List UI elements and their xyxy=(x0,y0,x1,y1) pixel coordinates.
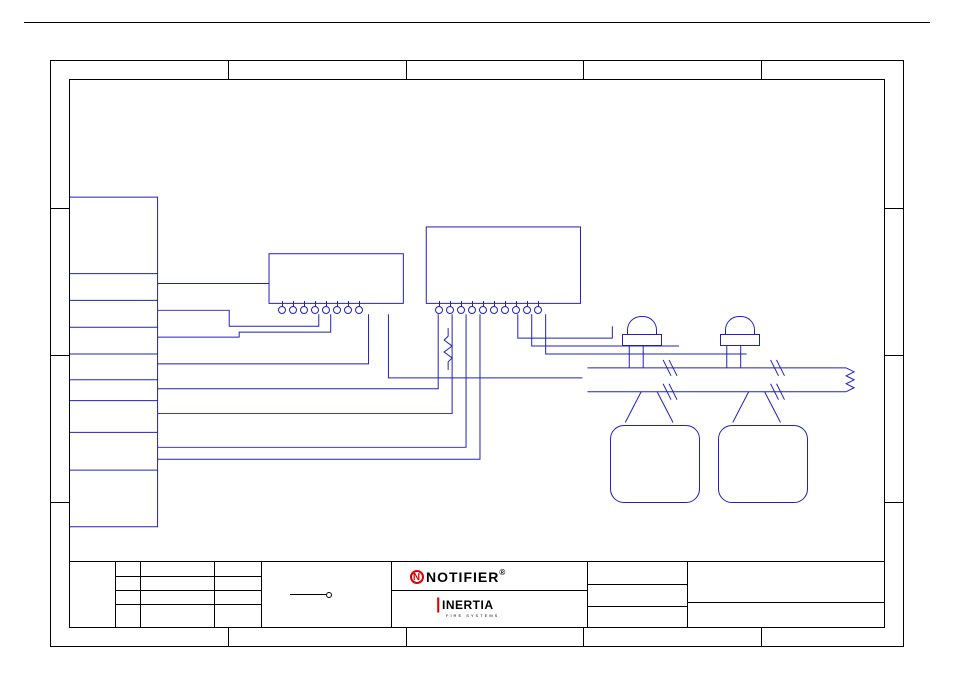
frame-tick xyxy=(51,502,69,503)
frame-tick xyxy=(406,61,407,79)
detector-device xyxy=(610,425,700,503)
terminal xyxy=(446,306,454,314)
terminal xyxy=(490,306,498,314)
frame-tick xyxy=(885,502,903,503)
page-header-rule xyxy=(24,22,930,23)
terminal xyxy=(468,306,476,314)
frame-tick xyxy=(885,355,903,356)
module-a-terminals xyxy=(278,306,363,314)
terminal xyxy=(344,306,352,314)
drawing-outer-frame: NNOTIFIER® |INERTIA FIRE SYSTEMS xyxy=(50,60,904,647)
terminal xyxy=(311,306,319,314)
terminal xyxy=(322,306,330,314)
wiring-diagram xyxy=(70,80,884,627)
notifier-mark-icon: N xyxy=(410,570,424,584)
revision-table xyxy=(116,562,262,627)
terminal xyxy=(479,306,487,314)
terminal xyxy=(278,306,286,314)
module-b-terminals xyxy=(435,306,542,314)
north-arrow-icon xyxy=(326,592,332,598)
scale-north-cell xyxy=(262,562,392,627)
frame-tick xyxy=(761,628,762,646)
notifier-logo: NNOTIFIER® xyxy=(410,568,506,586)
title-block-margin xyxy=(70,562,116,627)
terminal xyxy=(501,306,509,314)
frame-tick xyxy=(583,61,584,79)
terminal xyxy=(300,306,308,314)
drawing-info-cell xyxy=(588,562,688,627)
strobe-device xyxy=(622,316,660,348)
terminal xyxy=(523,306,531,314)
detector-device xyxy=(718,425,808,503)
frame-tick xyxy=(228,61,229,79)
strobe-device xyxy=(720,316,758,348)
terminal xyxy=(289,306,297,314)
frame-tick xyxy=(583,628,584,646)
frame-tick xyxy=(885,208,903,209)
terminal xyxy=(333,306,341,314)
frame-tick xyxy=(761,61,762,79)
drawing-inner-frame: NNOTIFIER® |INERTIA FIRE SYSTEMS xyxy=(69,79,885,628)
company-logo-cell: NNOTIFIER® |INERTIA FIRE SYSTEMS xyxy=(392,562,588,627)
frame-tick xyxy=(51,208,69,209)
terminal xyxy=(512,306,520,314)
terminal xyxy=(355,306,363,314)
inertia-logo: |INERTIA FIRE SYSTEMS xyxy=(436,596,499,618)
terminal xyxy=(534,306,542,314)
terminal xyxy=(435,306,443,314)
title-block: NNOTIFIER® |INERTIA FIRE SYSTEMS xyxy=(70,561,884,627)
frame-tick xyxy=(406,628,407,646)
frame-tick xyxy=(228,628,229,646)
frame-tick xyxy=(51,355,69,356)
drawing-number-cell xyxy=(688,562,884,627)
terminal xyxy=(457,306,465,314)
